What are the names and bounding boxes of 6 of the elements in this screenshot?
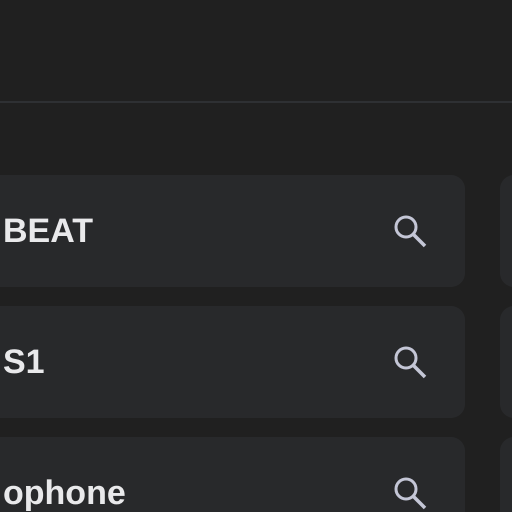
card-title: BEAT [3,214,94,248]
card-title: ophone [3,476,127,510]
search-icon[interactable] [393,345,427,379]
search-icon[interactable] [393,214,427,248]
search-icon[interactable] [393,476,427,510]
card-title: S1 [3,345,46,379]
